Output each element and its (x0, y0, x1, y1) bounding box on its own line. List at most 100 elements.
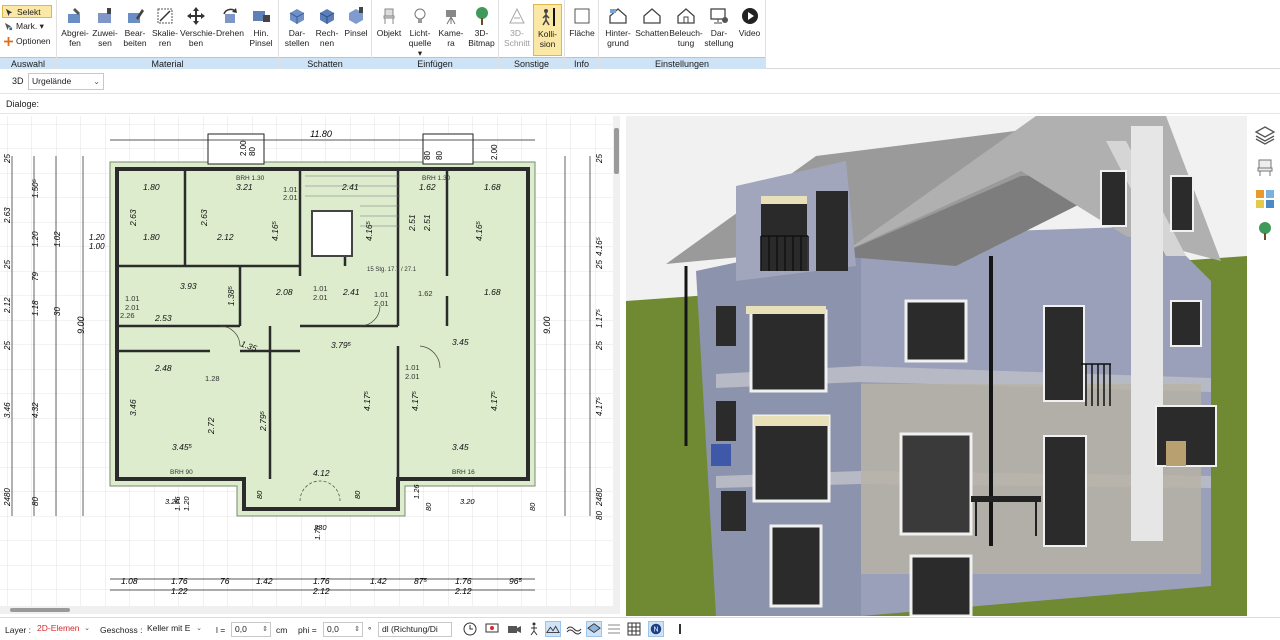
walk-icon[interactable] (526, 621, 542, 637)
calc-shadow-button[interactable]: Rech- nen (312, 4, 342, 56)
display-button[interactable]: Dar- stellung (703, 4, 735, 56)
3d-view[interactable] (626, 116, 1247, 616)
dim-left: 4.32 (31, 402, 40, 418)
collision-button[interactable]: Kolli- sion (533, 4, 562, 56)
assign-material-button[interactable]: Zuwei- sen (90, 4, 120, 56)
area-icon (574, 8, 590, 24)
room-dim: 2.48 (154, 363, 172, 373)
spinner-icon[interactable]: ⇕ (354, 623, 360, 636)
paint-bucket-icon (98, 8, 111, 23)
group-label-einstellungen: Einstellungen (599, 57, 765, 69)
furniture-icon[interactable] (1254, 156, 1276, 178)
dim-right: 25 (595, 341, 604, 351)
select-button[interactable]: Selekt (2, 5, 52, 18)
room-dim: 1.68 (484, 182, 501, 192)
dim-top-window-a: 2.00 (239, 140, 248, 156)
svg-text:1.01: 1.01 (374, 290, 389, 299)
north-icon[interactable]: N (648, 621, 664, 637)
ribbon-group-einfuegen: Objekt Licht- quelle ▾ Kame- ra 3D- Bitma… (372, 0, 499, 69)
length-input[interactable]: 0,0 ⇕ (231, 622, 271, 637)
floor-plan-view[interactable]: 11.80 2.00 80 80 80 2.00 25 1.50⁵ 2.63 1… (0, 116, 620, 606)
direction-select[interactable]: dl (Richtung/Di (378, 622, 452, 637)
phi-input[interactable]: 0,0 ⇕ (323, 622, 363, 637)
dim-left: 2.12 (3, 297, 12, 314)
svg-text:BRH 1.30: BRH 1.30 (236, 175, 265, 182)
layer-select[interactable]: 2D-Elemen ⌄ (34, 622, 92, 637)
scroll-thumb[interactable] (10, 608, 70, 612)
group-label-info: Info (565, 57, 598, 69)
svg-text:2.01: 2.01 (283, 193, 298, 202)
more-icon[interactable] (672, 621, 688, 637)
svg-text:80: 80 (255, 490, 264, 499)
svg-text:3.20: 3.20 (460, 497, 475, 506)
lightbulb-icon (414, 8, 426, 23)
shadow-settings-button[interactable]: Schatten (635, 4, 669, 56)
edit-material-button[interactable]: Bear- beiten (120, 4, 150, 56)
storey-select[interactable]: Keller mit E ⌄ (144, 622, 204, 637)
dim-right: 25 (595, 154, 604, 164)
dim-height-left: 9.00 (76, 316, 86, 334)
chair-icon (383, 8, 395, 24)
insert-3d-bitmap-button[interactable]: 3D- Bitmap (466, 4, 497, 56)
material-palette-icon[interactable] (1254, 188, 1276, 210)
clock-icon[interactable] (462, 621, 478, 637)
shadow-brush-button[interactable]: Pinsel (342, 4, 370, 56)
scale-icon (157, 8, 173, 24)
screen-record-icon[interactable] (484, 621, 500, 637)
room-dim: 1.62 (419, 182, 436, 192)
show-shadow-button[interactable]: Dar- stellen (282, 4, 312, 56)
dim-left: 25 (3, 154, 12, 164)
room-dim: 3.79⁵ (331, 340, 352, 350)
background-button[interactable]: Hinter- grund (601, 4, 635, 56)
dim-right: 25 (595, 260, 604, 270)
room-dim: 2.72 (206, 417, 216, 435)
svg-text:2.01: 2.01 (374, 299, 389, 308)
move-material-button[interactable]: Verschie- ben (180, 4, 215, 56)
options-button[interactable]: Optionen (2, 35, 52, 48)
hint-brush-button[interactable]: Hin. Pinsel (246, 4, 276, 56)
lighting-button[interactable]: Beleuch- tung (669, 4, 703, 56)
ribbon-group-schatten: Dar- stellen Rech- nen Pinsel Schatten (279, 0, 372, 69)
svg-text:1.76: 1.76 (173, 496, 182, 511)
plan-horizontal-scrollbar[interactable] (0, 606, 620, 614)
dim-left: 1.20 (31, 231, 40, 247)
mark-button[interactable]: Mark. ▾ (2, 20, 52, 33)
cube-calc-icon (319, 9, 335, 24)
svg-text:1.76: 1.76 (313, 576, 330, 586)
ribbon-group-sonstige: 3D- Schnitt Kolli- sion Sonstige (499, 0, 565, 69)
svg-text:BRH 16: BRH 16 (452, 469, 475, 476)
dim-top-window-c: 80 (423, 151, 432, 160)
scroll-thumb[interactable] (614, 128, 619, 174)
dim-left-inner: 1.20 (89, 233, 105, 242)
plan-vertical-scrollbar[interactable] (613, 116, 620, 606)
insert-light-button[interactable]: Licht- quelle ▾ (404, 4, 436, 58)
3d-section-button[interactable]: 3D- Schnitt (502, 4, 532, 56)
video-button[interactable]: Video (735, 4, 764, 56)
terrain-view-icon[interactable] (545, 621, 561, 637)
tree-icon (475, 7, 488, 25)
insert-camera-button[interactable]: Kame- ra (436, 4, 466, 56)
rotate-material-button[interactable]: Drehen (214, 4, 246, 56)
room-dim: 4.16⁵ (270, 220, 280, 241)
wave-icon[interactable] (566, 621, 582, 637)
spinner-icon[interactable]: ⇕ (262, 623, 268, 636)
view-bar: 3D Urgelände ⌄ (0, 70, 1280, 94)
pick-material-button[interactable]: Abgrei- fen (60, 4, 90, 56)
camera-view-icon[interactable] (506, 621, 522, 637)
svg-text:80: 80 (528, 502, 537, 511)
geschoss-label: Geschoss : (100, 625, 143, 635)
insert-object-button[interactable]: Objekt (374, 4, 404, 56)
layers-icon[interactable] (1254, 124, 1276, 146)
svg-text:BRH 1.30: BRH 1.30 (422, 175, 451, 182)
area-button[interactable]: Fläche (567, 4, 597, 56)
scale-material-button[interactable]: Skalie- ren (150, 4, 180, 56)
ribbon-group-info: Fläche Info (565, 0, 599, 69)
grid-icon[interactable] (626, 621, 642, 637)
terrain-select[interactable]: Urgelände ⌄ (28, 73, 104, 90)
plane-view-icon[interactable] (586, 621, 602, 637)
lines-icon[interactable] (606, 621, 622, 637)
svg-text:1.26: 1.26 (412, 484, 421, 499)
plant-icon[interactable] (1254, 220, 1276, 242)
dim-top-width: 11.80 (310, 129, 332, 139)
cursor-icon (5, 8, 13, 17)
